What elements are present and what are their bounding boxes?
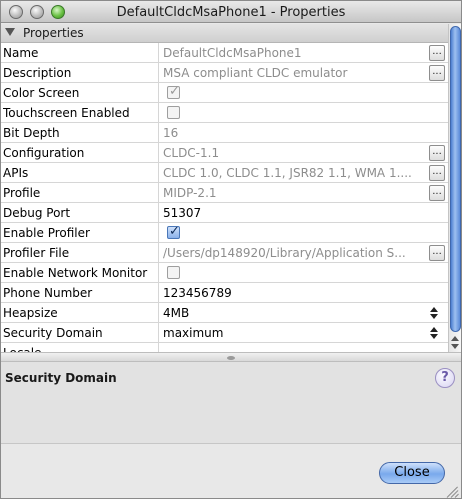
property-value: MIDP-2.1 bbox=[163, 186, 217, 200]
column-divider bbox=[158, 203, 159, 223]
property-name: Enable Network Monitor bbox=[3, 266, 148, 280]
ellipsis-button[interactable]: ... bbox=[429, 65, 445, 81]
vertical-scrollbar[interactable] bbox=[448, 24, 461, 352]
title-bar[interactable]: DefaultCldcMsaPhone1 - Properties bbox=[1, 1, 461, 23]
column-divider bbox=[158, 323, 159, 343]
property-checkbox[interactable] bbox=[167, 266, 180, 279]
property-value: 16 bbox=[163, 126, 179, 140]
collapse-triangle-icon[interactable] bbox=[5, 28, 15, 36]
property-name: Bit Depth bbox=[3, 126, 60, 140]
property-name: Profiler File bbox=[3, 246, 70, 260]
property-rows: Name DefaultCldcMsaPhone1... Description MS… bbox=[1, 43, 448, 352]
category-label: Properties bbox=[23, 26, 84, 40]
scroll-down-arrow-icon[interactable] bbox=[451, 344, 459, 349]
property-name: Profile bbox=[3, 186, 41, 200]
close-button[interactable]: Close bbox=[379, 462, 445, 484]
column-divider bbox=[158, 243, 159, 263]
ellipsis-button[interactable]: ... bbox=[429, 45, 445, 61]
column-divider bbox=[158, 163, 159, 183]
column-divider bbox=[158, 223, 159, 243]
property-name: Heapsize bbox=[3, 306, 58, 320]
column-divider bbox=[158, 303, 159, 323]
ellipsis-button[interactable]: ... bbox=[429, 185, 445, 201]
property-row[interactable]: Debug Port 51307 bbox=[1, 203, 448, 223]
column-divider bbox=[158, 143, 159, 163]
property-row[interactable]: Profile MIDP-2.1... bbox=[1, 183, 448, 203]
property-checkbox bbox=[167, 106, 180, 119]
property-name: Configuration bbox=[3, 146, 85, 160]
property-row[interactable]: Color Screen bbox=[1, 83, 448, 103]
property-sheet: Properties Name DefaultCldcMsaPhone1... De… bbox=[1, 24, 461, 352]
property-select-value[interactable]: maximum bbox=[163, 326, 425, 340]
property-name: Description bbox=[3, 66, 72, 80]
divider-grip-icon[interactable] bbox=[227, 356, 235, 360]
help-icon[interactable]: ? bbox=[435, 368, 455, 388]
property-value: MSA compliant CLDC emulator bbox=[163, 66, 348, 80]
property-row[interactable]: Touchscreen Enabled bbox=[1, 103, 448, 123]
property-row[interactable]: Security Domain maximum bbox=[1, 323, 448, 343]
column-divider bbox=[158, 63, 159, 83]
window-title: DefaultCldcMsaPhone1 - Properties bbox=[116, 5, 346, 20]
property-value: DefaultCldcMsaPhone1 bbox=[163, 46, 302, 60]
column-divider bbox=[158, 183, 159, 203]
property-row[interactable]: Configuration CLDC-1.1... bbox=[1, 143, 448, 163]
category-header[interactable]: Properties bbox=[1, 24, 448, 43]
property-row[interactable]: Phone Number 123456789 bbox=[1, 283, 448, 303]
property-name: Touchscreen Enabled bbox=[3, 106, 130, 120]
spinner-arrows-icon[interactable] bbox=[429, 325, 439, 341]
property-select-value[interactable]: 4MB bbox=[163, 306, 425, 320]
property-name: APIs bbox=[3, 166, 29, 180]
column-divider bbox=[158, 283, 159, 303]
resize-grip-icon[interactable] bbox=[445, 484, 459, 498]
property-name: Enable Profiler bbox=[3, 226, 90, 240]
ellipsis-button[interactable]: ... bbox=[429, 165, 445, 181]
property-row[interactable]: APIs CLDC 1.0, CLDC 1.1, JSR82 1.1, WMA 1… bbox=[1, 163, 448, 183]
ellipsis-button[interactable]: ... bbox=[429, 245, 445, 261]
property-row[interactable]: Bit Depth 16 bbox=[1, 123, 448, 143]
column-divider bbox=[158, 103, 159, 123]
property-checkbox[interactable] bbox=[167, 224, 180, 239]
property-name: Debug Port bbox=[3, 206, 71, 220]
property-name: Color Screen bbox=[3, 86, 80, 100]
scrollbar-thumb[interactable] bbox=[450, 26, 461, 332]
spinner-arrows-icon[interactable] bbox=[429, 305, 439, 321]
description-title: Security Domain bbox=[5, 371, 117, 385]
property-row[interactable]: Enable Profiler bbox=[1, 223, 448, 243]
property-name: Security Domain bbox=[3, 326, 103, 340]
properties-window: DefaultCldcMsaPhone1 - Properties Proper… bbox=[0, 0, 462, 499]
property-checkbox bbox=[167, 84, 180, 99]
property-value[interactable]: 123456789 bbox=[163, 286, 425, 300]
property-row[interactable]: Name DefaultCldcMsaPhone1... bbox=[1, 43, 448, 63]
property-name: Name bbox=[3, 46, 39, 60]
column-divider bbox=[158, 43, 159, 63]
column-divider bbox=[158, 263, 159, 283]
column-divider bbox=[158, 343, 159, 352]
description-panel: Security Domain ? bbox=[1, 362, 461, 444]
property-row[interactable]: Profiler File/Users/dp148920/Library/App… bbox=[1, 243, 448, 263]
property-value[interactable]: 51307 bbox=[163, 206, 425, 220]
column-divider bbox=[158, 83, 159, 103]
property-row[interactable]: Locale bbox=[1, 343, 448, 352]
property-row[interactable]: Description MSA compliant CLDC emulator..… bbox=[1, 63, 448, 83]
property-value: CLDC-1.1 bbox=[163, 146, 220, 160]
property-value: CLDC 1.0, CLDC 1.1, JSR82 1.1, WMA 1.... bbox=[163, 166, 412, 180]
ellipsis-button[interactable]: ... bbox=[429, 145, 445, 161]
property-row[interactable]: Heapsize 4MB bbox=[1, 303, 448, 323]
column-divider bbox=[158, 123, 159, 143]
scroll-up-arrow-icon[interactable] bbox=[451, 336, 459, 341]
property-row[interactable]: Enable Network Monitor bbox=[1, 263, 448, 283]
property-value: /Users/dp148920/Library/Application S... bbox=[163, 246, 406, 260]
property-name: Phone Number bbox=[3, 286, 93, 300]
split-divider[interactable] bbox=[1, 352, 461, 362]
